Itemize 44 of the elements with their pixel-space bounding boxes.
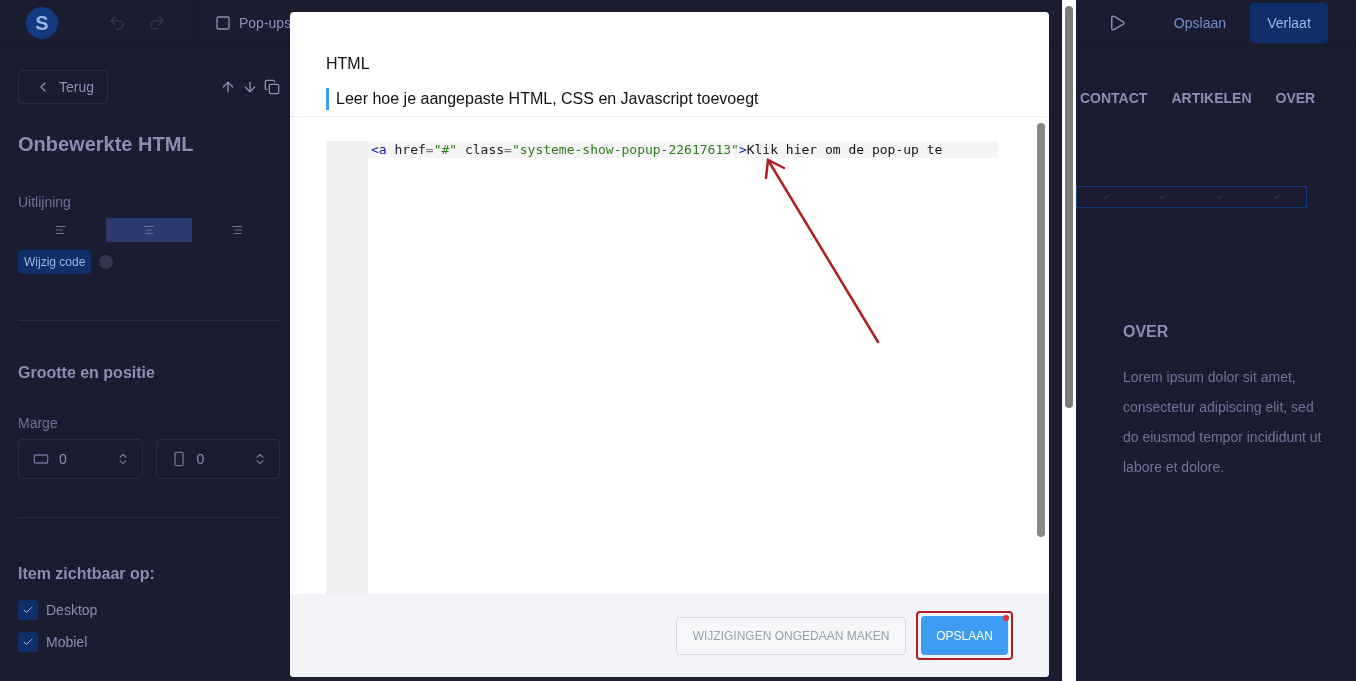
check-icon xyxy=(1273,193,1282,201)
check-icon xyxy=(1101,193,1110,201)
preview-paragraph: Lorem ipsum dolor sit amet, consectetur adipiscing elit, sed do eiusmod tempor incididunt ut labore et dolore. xyxy=(1123,368,1323,477)
copy-icon[interactable] xyxy=(264,79,280,95)
page-scrollbar[interactable] xyxy=(1062,0,1076,681)
checkmark-icon xyxy=(22,636,34,648)
editor-scrollbar[interactable] xyxy=(1037,123,1045,537)
help-icon[interactable] xyxy=(99,255,114,269)
align-icon xyxy=(231,224,243,236)
square-icon xyxy=(215,14,231,31)
nav-link[interactable]: ARTIKELEN xyxy=(1171,88,1252,108)
section-title: Grootte en positie xyxy=(18,363,156,383)
redo-icon[interactable] xyxy=(148,13,166,32)
checkbox[interactable] xyxy=(18,632,38,652)
arrow-up-icon[interactable] xyxy=(220,79,236,95)
logo: S xyxy=(26,6,58,39)
margin-label: Marge xyxy=(18,414,59,433)
alignment-label: Uitlijning xyxy=(18,193,72,212)
edit-code-button[interactable]: Wijzig code xyxy=(18,250,92,274)
element-title: Onbewerkte HTML xyxy=(18,132,195,157)
align-icon xyxy=(55,224,67,236)
nav-link[interactable]: CONTACT xyxy=(1080,88,1148,108)
section-title: Item zichtbaar op: xyxy=(18,564,156,584)
margin-field[interactable]: 0 xyxy=(155,439,280,479)
save-button[interactable]: Opslaan xyxy=(1159,4,1240,41)
nav-link[interactable]: OVER xyxy=(1275,88,1316,108)
check-icon xyxy=(1216,193,1225,201)
exit-button[interactable]: Verlaat xyxy=(1250,2,1328,43)
undo-icon[interactable] xyxy=(108,13,126,32)
preview-heading: OVER xyxy=(1123,322,1170,342)
align-icon xyxy=(143,224,155,236)
check-icon xyxy=(1158,193,1167,201)
checkmark-icon xyxy=(22,604,34,616)
margin-field[interactable]: 0 xyxy=(18,439,143,479)
save-dialog-button[interactable]: OPSLAAN xyxy=(921,616,1008,655)
arrow-down-icon[interactable] xyxy=(242,79,258,95)
margin-icon xyxy=(33,451,49,467)
back-button[interactable]: Terug xyxy=(18,70,108,104)
popups-tab[interactable]: Pop-ups xyxy=(215,12,292,33)
checkbox-label: Desktop xyxy=(46,601,98,620)
help-link[interactable]: Leer hoe je aangepaste HTML, CSS en Javascript toevoegt xyxy=(326,88,1013,110)
checkbox-label: Mobiel xyxy=(46,633,88,652)
checkbox[interactable] xyxy=(18,600,38,620)
dialog-title: HTML xyxy=(326,54,371,74)
